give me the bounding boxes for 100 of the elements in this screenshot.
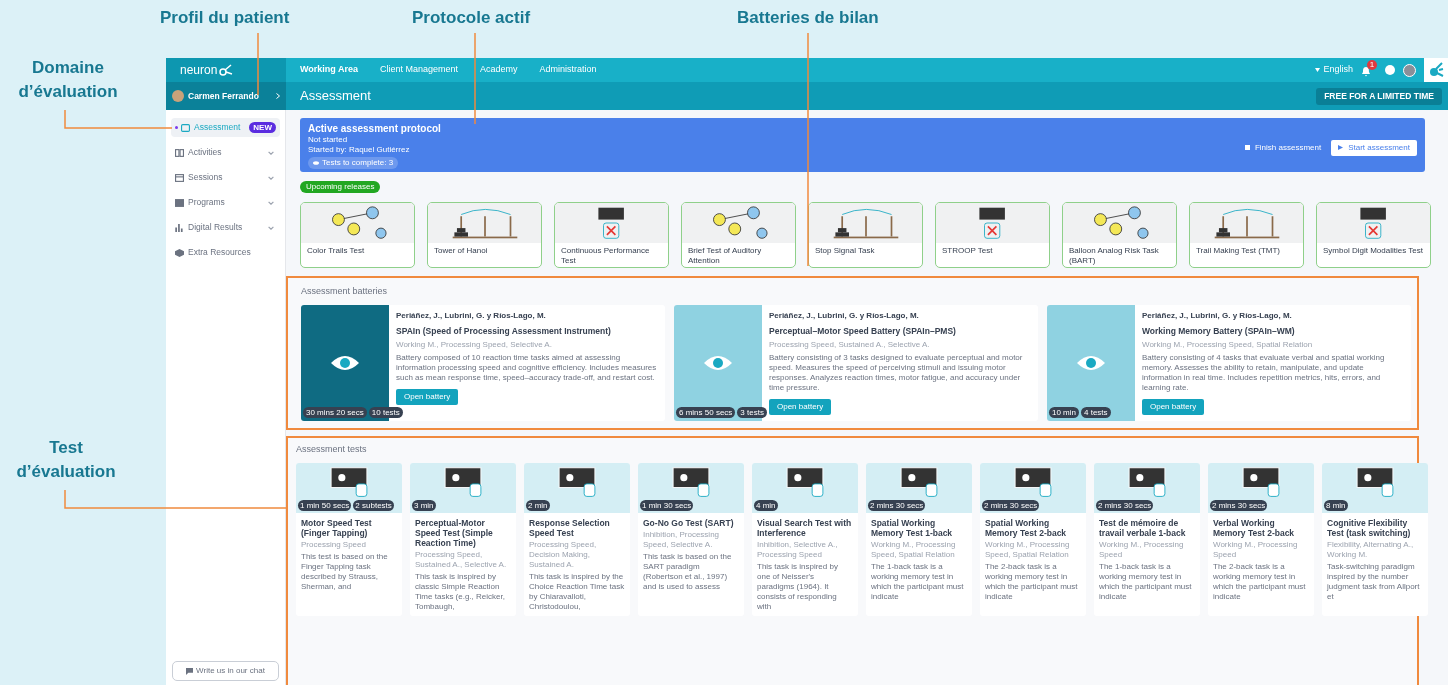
upcoming-test-card[interactable]: Brief Test of Auditory Attention	[681, 202, 796, 268]
chat-icon	[186, 667, 194, 675]
test-card[interactable]: 2 mins 30 secs Verbal Working Memory Test 2-back Working M., Processing Speed The 2-back task is a working memory test in which the participant must indicate	[1208, 462, 1314, 616]
bar-chart-icon	[175, 223, 184, 232]
test-name: Tower of Hanoi	[433, 245, 489, 256]
test-card[interactable]: 2 min Response Selection Speed Test Processing Speed, Decision Making, Sustained A. This task is inspired by the Choice Reaction Time task by Chiaravalloti, Christodoulou,	[524, 462, 630, 616]
test-title: Response Selection Speed Test	[528, 516, 611, 538]
page-title: Assessment	[299, 87, 371, 106]
tests-to-complete-pill: Tests to complete: 3	[308, 157, 399, 169]
test-name: Trail Making Test (TMT)	[1195, 245, 1281, 256]
duration-badge: 10 min	[1049, 407, 1079, 419]
eye-icon	[330, 353, 360, 372]
battery-title: Perceptual–Motor Speed Battery (SPAIn–PMS)	[769, 324, 957, 338]
new-badge: NEW	[249, 122, 276, 133]
test-card[interactable]: 3 min Perceptual-Motor Speed Test (Simple Reaction Time) Processing Speed, Sustained A., Selective A. This task is inspired by classic Simple Reaction Time tasks (e.g., Reicker, Tombaugh,	[410, 462, 516, 616]
banner-title: Active assessment protocol	[308, 123, 441, 135]
tags-text: Inhibition, Selective A., Processing Speed	[756, 538, 839, 560]
upcoming-test-card[interactable]: Color Trails Test	[300, 202, 415, 268]
leader-line	[257, 32, 259, 96]
duration-badge: 2 mins 30 secs	[1210, 499, 1268, 511]
test-description: This task is inspired by classic Simple Reaction Time tasks (e.g., Reicker, Tombaugh,	[414, 570, 506, 613]
test-title: Motor Speed Test (Finger Tapping)	[300, 516, 373, 538]
test-name: STROOP Test	[941, 245, 994, 256]
test-name: Symbol Digit Modalities Test	[1322, 245, 1424, 256]
annotation-label: Profil du patient	[160, 7, 290, 29]
tags-text: Working M., Processing Speed, Spatial Relation	[1142, 339, 1314, 352]
annotation-label: Domaine d’évaluation	[17, 57, 119, 103]
protocol-status: Not started	[308, 135, 349, 145]
upcoming-test-card[interactable]: STROOP Test	[935, 202, 1050, 268]
authors-text: Periáñez, J., Lubrini, G. y Ríos-Lago, M.	[769, 309, 920, 322]
tags-text: Processing Speed	[300, 538, 367, 550]
duration-badge: 8 min	[1324, 499, 1348, 511]
duration-badge: 2 mins 30 secs	[982, 499, 1040, 511]
help-icon[interactable]	[1385, 65, 1395, 75]
test-title: Verbal Working Memory Test 2-back	[1212, 516, 1296, 538]
calendar-icon	[175, 173, 184, 182]
test-description: This test is based on the Finger Tapping task described by Strauss, Sherman, and	[300, 550, 389, 593]
test-card[interactable]: 2 mins 30 secs Spatial Working Memory Test 1-back Working M., Processing Speed, Spatial Relation The 1-back task is a working memory test in which the participant must indicate	[866, 462, 972, 616]
test-card[interactable]: 8 min Cognitive Flexibility Test (task switching) Flexibility, Alternating A., Working M. Task-switching paradigm inspired by the number judgment task from Allport et	[1322, 462, 1428, 616]
duration-badge: 1 min 30 secs	[640, 499, 694, 511]
tags-text: Flexibility, Alternating A., Working M.	[1326, 538, 1415, 560]
upcoming-test-card[interactable]: Tower of Hanoi	[427, 202, 542, 268]
upcoming-test-card[interactable]: Continuous Performance Test	[554, 202, 669, 268]
test-title: Cognitive Flexibility Test (task switching)	[1326, 516, 1412, 538]
book-icon	[175, 148, 184, 157]
test-title: Visual Search Test with Interference	[756, 516, 853, 538]
upcoming-test-card[interactable]: Symbol Digit Modalities Test	[1316, 202, 1431, 268]
chevron-right-icon	[276, 93, 280, 99]
test-card[interactable]: 2 mins 30 secs Spatial Working Memory Test 2-back Working M., Processing Speed, Spatial Relation The 2-back task is a working memory test in which the participant must indicate	[980, 462, 1086, 616]
test-title: Spatial Working Memory Test 2-back	[984, 516, 1068, 538]
duration-badge: 2 mins 30 secs	[868, 499, 926, 511]
upcoming-test-card[interactable]: Trail Making Test (TMT)	[1189, 202, 1304, 268]
duration-badge: 4 min	[754, 499, 778, 511]
sidebar-item[interactable]: Assessment NEW	[171, 118, 280, 137]
logo-text: neuron	[180, 62, 218, 79]
test-description: This task is inspired by one of Neisser's paradigms (1964). It consists of responding with	[756, 560, 839, 613]
test-name: Brief Test of Auditory Attention	[687, 245, 763, 266]
tags-text: Working M., Processing Speed	[1212, 538, 1299, 560]
stop-icon	[1244, 145, 1250, 150]
started-by-text: Started by: Raquel Gutiérrez	[308, 145, 411, 155]
user-avatar[interactable]	[1403, 63, 1416, 77]
tags-text: Working M., Processing Speed	[1098, 538, 1185, 560]
duration-badge: 2 subtests	[353, 499, 394, 511]
app-logo-button[interactable]	[1424, 58, 1448, 82]
battery-description: Battery consisting of 3 tasks designed to evaluate perceptual and motor speed. Measures the speed of perceiving stimuli and issuing motor responses. Analyzes reaction times, motor fatigue, and accuracy under time pressure.	[769, 353, 1024, 394]
tags-text: Working M., Processing Speed, Spatial Relation	[870, 538, 957, 560]
test-card[interactable]: 2 mins 30 secs Test de mémoire de travail verbale 1-back Working M., Processing Speed The 1-back task is a working memory test in which the participant must indicate	[1094, 462, 1200, 616]
test-description: The 1-back task is a working memory test in which the participant must indicate	[870, 560, 965, 603]
chat-button[interactable]: Write us in our chat	[172, 661, 279, 681]
patient-selector[interactable]: Carmen Ferrando	[166, 82, 286, 110]
duration-badge: 1 min 50 secs	[298, 499, 352, 511]
logo-icon	[1427, 61, 1445, 79]
promo-button[interactable]: FREE FOR A LIMITED TIME	[1316, 87, 1442, 105]
tags-text: Processing Speed, Sustained A., Selective A.	[769, 339, 931, 352]
cube-icon	[175, 248, 184, 257]
authors-text: Periáñez, J., Lubrini, G. y Ríos-Lago, M.	[396, 309, 547, 322]
test-description: This task is based on the SART paradigm (Robertson et al., 1997) and is used to assess	[642, 550, 733, 593]
test-name: Balloon Analog Risk Task (BART)	[1068, 245, 1160, 266]
test-name: Stop Signal Task	[814, 245, 876, 256]
test-title: Spatial Working Memory Test 1-back	[870, 516, 954, 538]
test-card[interactable]: 4 min Visual Search Test with Interference Inhibition, Selective A., Processing Speed This task is inspired by one of Neisser's paradigms (1964). It consists of responding with	[752, 462, 858, 616]
annotation-label: Test d’évaluation	[15, 437, 117, 483]
tags-text: Inhibition, Processing Speed, Selective A.	[642, 528, 721, 550]
upcoming-test-card[interactable]: Stop Signal Task	[808, 202, 923, 268]
eye-icon	[703, 353, 733, 372]
battery-description: Battery consisting of 4 tasks that evaluate verbal and spatial working memory. Assesses the ability to retain, manipulate, and update information in real time. Includes repetition metrics, hits, errors, and learning rate.	[1142, 353, 1386, 394]
test-description: The 2-back task is a working memory test in which the participant must indicate	[984, 560, 1079, 603]
tags-text: Processing Speed, Sustained A., Selective A.	[414, 548, 508, 570]
tags-text: Working M., Processing Speed, Selective A.	[396, 339, 553, 352]
bell-icon[interactable]	[1361, 66, 1371, 77]
test-card[interactable]: 1 min 30 secs Go-No Go Test (SART) Inhibition, Processing Speed, Selective A. This task is based on the SART paradigm (Robertson et al., 1997) and is used to assess	[638, 462, 744, 616]
test-card[interactable]: 1 min 50 secs 2 subtests Motor Speed Test (Finger Tapping) Processing Speed This test is based on the Finger Tapping task described by Strauss, Sherman, and	[296, 462, 402, 616]
grid-icon	[175, 198, 184, 207]
test-title: Test de mémoire de travail verbale 1-back	[1098, 516, 1187, 538]
finish-assessment-button[interactable]: Finish assessment	[1244, 141, 1322, 154]
test-description: Task-switching paradigm inspired by the number judgment task from Allport et	[1326, 560, 1421, 603]
start-assessment-button[interactable]: Start assessment	[1331, 139, 1417, 156]
upcoming-test-card[interactable]: Balloon Analog Risk Task (BART)	[1062, 202, 1177, 268]
duration-badge: 3 tests	[737, 407, 767, 419]
annotation-label: Batteries de bilan	[737, 7, 879, 29]
